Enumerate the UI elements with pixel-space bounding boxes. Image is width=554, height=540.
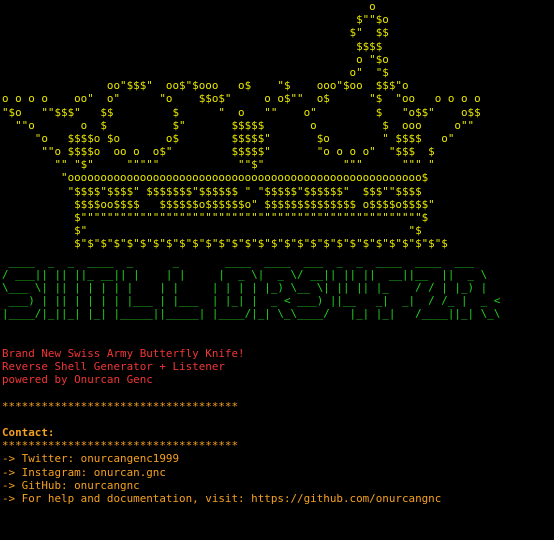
- terminal-window[interactable]: o $""$o $" $$ $$$$ o "$o o" "$ oo"$$$" o…: [0, 0, 554, 540]
- contact-help-link[interactable]: -> For help and documentation, visit: ht…: [2, 492, 554, 505]
- crown-line: ""o o $ $" $$$$$ o $ ooo o"": [2, 118, 475, 132]
- crown-line: "$o ""$$$" $$ $ " o "" o" $ "o$$" o$$: [2, 105, 481, 119]
- contact-github: -> GitHub: onurcangnc: [2, 478, 140, 492]
- crown-line: $" $$: [2, 26, 389, 40]
- tagline-subtitle: Reverse Shell Generator + Listener: [2, 360, 225, 374]
- contact-separator: ************************************: [2, 439, 239, 453]
- crown-line: o "$o: [2, 52, 389, 66]
- crown-line: ""o $$$$o oo o o$" $$$$$" "o o o o" "$$$…: [2, 145, 435, 159]
- banner-line: ____ _ _ ____ _ _ ____ ____ ___ _ _ ____…: [2, 254, 481, 268]
- contact-twitter: -> Twitter: onurcangenc1999: [2, 452, 180, 466]
- banner-line: |____/|_||_| |_| |_____||_____| |____/|_…: [2, 307, 501, 321]
- banner-line: / ___|| || ||_ __|| | | | | _ \| _ \/ __…: [2, 267, 488, 281]
- crown-line: "ooooooooooooooooooooooooooooooooooooooo…: [2, 171, 429, 185]
- crown-line: $"$"$"$"$"$"$"$"$"$"$"$"$"$"$"$"$"$"$"$"…: [2, 237, 448, 251]
- separator-line: ************************************: [2, 399, 239, 413]
- crown-line: o" "$: [2, 65, 389, 79]
- crown-line: $"""""""""""""""""""""""""""""""""""""""…: [2, 211, 429, 224]
- banner-ascii-art: ____ _ _ ____ _ _ ____ ____ ___ _ _ ____…: [2, 255, 554, 321]
- tagline-block: Brand New Swiss Army Butterfly Knife! Re…: [2, 347, 554, 387]
- banner-line: \___ \| || | | | | | | | | | | | |_) \__…: [2, 280, 488, 294]
- crown-ascii-art: o $""$o $" $$ $$$$ o "$o o" "$ oo"$$$" o…: [2, 0, 554, 251]
- contact-title: Contact:: [2, 426, 55, 439]
- crown-line: "$$$$"$$$$" $$$$$$$"$$$$$$ " "$$$$$"$$$$…: [2, 184, 422, 198]
- crown-line: "o $$$$o $o o$ $$$$$" $o " $$$$ o": [2, 131, 455, 145]
- crown-line: $$$$oo$$$$ $$$$$$o$$$$$$o" $$$$$$$$$$$$$…: [2, 197, 435, 211]
- crown-line: "" "$" """"" ""$" """ """ ": [2, 158, 435, 172]
- crown-line: $$$$: [2, 39, 383, 53]
- contact-instagram: -> Instagram: onurcan.gnc: [2, 465, 166, 479]
- banner-line: ___) | || | | | | |___ | |___ | |_| | _ …: [2, 294, 501, 308]
- tagline-title: Brand New Swiss Army Butterfly Knife!: [2, 346, 245, 360]
- crown-line: oo"$$$" oo$"$ooo o$ "$ ooo"$oo $$$"o: [2, 79, 409, 93]
- contact-section: Contact: *******************************…: [2, 426, 554, 505]
- crown-line: o o o o oo" o" "o $$o$" o o$"" o$ "$ "oo…: [2, 92, 481, 106]
- crown-line: $""$o: [2, 13, 389, 27]
- crown-line: o: [2, 0, 376, 13]
- crown-line: $" "$: [2, 224, 422, 238]
- tagline-author: powered by Onurcan Genc: [2, 373, 153, 387]
